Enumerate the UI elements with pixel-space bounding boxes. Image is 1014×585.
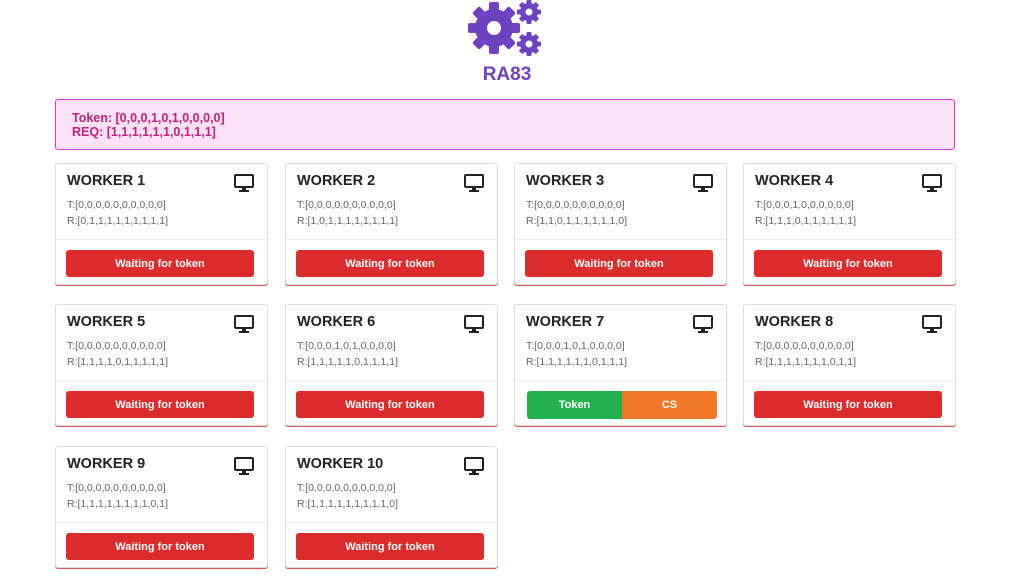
waiting-for-token-button[interactable]: Waiting for token: [754, 391, 942, 418]
waiting-for-token-button[interactable]: Waiting for token: [66, 391, 254, 418]
monitor-icon: [922, 315, 942, 333]
worker-title: WORKER 8: [755, 314, 834, 330]
worker-arrays: T:[0,0,0,0,0,0,0,0,0,0] R:[0,1,1,1,1,1,1,…: [67, 197, 168, 229]
app-title: RA83: [482, 64, 532, 85]
worker-arrays: T:[0,0,0,0,0,0,0,0,0,0] R:[1,1,1,1,0,1,1,…: [67, 338, 168, 370]
token-panel: Token: [0,0,0,1,0,1,0,0,0,0] REQ: [1,1,1…: [55, 99, 955, 150]
waiting-for-token-button[interactable]: Waiting for token: [296, 250, 484, 277]
worker-t-array: T:[0,0,0,0,0,0,0,0,0,0]: [67, 482, 166, 494]
card-divider: [56, 522, 267, 523]
card-divider: [286, 239, 497, 240]
worker-card: WORKER 1 T:[0,0,0,0,0,0,0,0,0,0] R:[0,1,1,…: [55, 163, 268, 285]
worker-card: WORKER 2 T:[0,0,0,0,0,0,0,0,0,0] R:[1,0,1,…: [285, 163, 498, 285]
monitor-icon: [234, 174, 254, 192]
worker-r-array: R:[1,1,1,1,1,1,1,0,1,1]: [755, 356, 856, 368]
waiting-for-token-button[interactable]: Waiting for token: [296, 533, 484, 560]
worker-arrays: T:[0,0,0,0,0,0,0,0,0,0] R:[1,1,0,1,1,1,1,…: [526, 197, 627, 229]
card-divider: [515, 380, 726, 381]
card-divider: [56, 380, 267, 381]
monitor-icon: [922, 174, 942, 192]
card-divider: [515, 239, 726, 240]
worker-arrays: T:[0,0,0,1,0,0,0,0,0,0] R:[1,1,1,0,1,1,1,…: [755, 197, 856, 229]
worker-t-array: T:[0,0,0,0,0,0,0,0,0,0]: [297, 199, 396, 211]
waiting-for-token-button[interactable]: Waiting for token: [66, 250, 254, 277]
card-divider: [286, 522, 497, 523]
worker-card: WORKER 9 T:[0,0,0,0,0,0,0,0,0,0] R:[1,1,1,…: [55, 446, 268, 568]
worker-t-array: T:[0,0,0,0,0,0,0,0,0,0]: [67, 340, 166, 352]
worker-r-array: R:[1,1,1,1,1,1,0,1,1,1]: [526, 356, 627, 368]
worker-title: WORKER 2: [297, 173, 376, 189]
worker-card: WORKER 5 T:[0,0,0,0,0,0,0,0,0,0] R:[1,1,1,…: [55, 304, 268, 426]
worker-r-array: R:[1,1,1,1,1,1,1,1,0,1]: [67, 498, 168, 510]
worker-r-array: R:[1,1,1,1,1,1,1,1,1,0]: [297, 498, 398, 510]
worker-r-array: R:[1,1,1,0,1,1,1,1,1,1]: [755, 215, 856, 227]
worker-title: WORKER 4: [755, 173, 834, 189]
worker-title: WORKER 5: [67, 314, 146, 330]
req-array: REQ: [1,1,1,1,1,1,0,1,1,1]: [72, 125, 216, 139]
worker-card: WORKER 10 T:[0,0,0,0,0,0,0,0,0,0] R:[1,1,1…: [285, 446, 498, 568]
worker-t-array: T:[0,0,0,1,0,1,0,0,0,0]: [297, 340, 396, 352]
worker-card: WORKER 4 T:[0,0,0,1,0,0,0,0,0,0] R:[1,1,1,…: [743, 163, 956, 285]
waiting-for-token-button[interactable]: Waiting for token: [525, 250, 713, 277]
card-divider: [744, 380, 955, 381]
worker-card: WORKER 8 T:[0,0,0,0,0,0,0,0,0,0] R:[1,1,1,…: [743, 304, 956, 426]
worker-title: WORKER 10: [297, 456, 384, 472]
card-divider: [286, 380, 497, 381]
worker-arrays: T:[0,0,0,1,0,1,0,0,0,0] R:[1,1,1,1,1,1,0,…: [526, 338, 627, 370]
status-button-group: Token CS: [527, 391, 717, 419]
worker-r-array: R:[0,1,1,1,1,1,1,1,1,1]: [67, 215, 168, 227]
worker-t-array: T:[0,0,0,1,0,1,0,0,0,0]: [526, 340, 625, 352]
worker-r-array: R:[1,1,0,1,1,1,1,1,1,0]: [526, 215, 627, 227]
monitor-icon: [464, 174, 484, 192]
worker-arrays: T:[0,0,0,0,0,0,0,0,0,0] R:[1,1,1,1,1,1,1,…: [755, 338, 856, 370]
worker-arrays: T:[0,0,0,0,0,0,0,0,0,0] R:[1,0,1,1,1,1,1,…: [297, 197, 398, 229]
worker-t-array: T:[0,0,0,1,0,0,0,0,0,0]: [755, 199, 854, 211]
token-button[interactable]: Token: [527, 391, 622, 419]
cs-button[interactable]: CS: [622, 391, 717, 419]
monitor-icon: [234, 315, 254, 333]
worker-r-array: R:[1,0,1,1,1,1,1,1,1,1]: [297, 215, 398, 227]
waiting-for-token-button[interactable]: Waiting for token: [296, 391, 484, 418]
worker-arrays: T:[0,0,0,0,0,0,0,0,0,0] R:[1,1,1,1,1,1,1,…: [67, 480, 168, 512]
worker-t-array: T:[0,0,0,0,0,0,0,0,0,0]: [67, 199, 166, 211]
worker-title: WORKER 1: [67, 173, 146, 189]
worker-title: WORKER 3: [526, 173, 605, 189]
worker-t-array: T:[0,0,0,0,0,0,0,0,0,0]: [297, 482, 396, 494]
monitor-icon: [464, 457, 484, 475]
worker-title: WORKER 6: [297, 314, 376, 330]
worker-card: WORKER 7 T:[0,0,0,1,0,1,0,0,0,0] R:[1,1,1,…: [514, 304, 727, 426]
worker-title: WORKER 7: [526, 314, 605, 330]
card-divider: [56, 239, 267, 240]
gears-icon: [468, 0, 541, 56]
worker-card: WORKER 3 T:[0,0,0,0,0,0,0,0,0,0] R:[1,1,0,…: [514, 163, 727, 285]
card-divider: [744, 239, 955, 240]
worker-t-array: T:[0,0,0,0,0,0,0,0,0,0]: [526, 199, 625, 211]
worker-r-array: R:[1,1,1,1,0,1,1,1,1,1]: [67, 356, 168, 368]
monitor-icon: [464, 315, 484, 333]
monitor-icon: [234, 457, 254, 475]
worker-card: WORKER 6 T:[0,0,0,1,0,1,0,0,0,0] R:[1,1,1,…: [285, 304, 498, 426]
worker-r-array: R:[1,1,1,1,1,0,1,1,1,1]: [297, 356, 398, 368]
waiting-for-token-button[interactable]: Waiting for token: [754, 250, 942, 277]
worker-arrays: T:[0,0,0,0,0,0,0,0,0,0] R:[1,1,1,1,1,1,1,…: [297, 480, 398, 512]
worker-arrays: T:[0,0,0,1,0,1,0,0,0,0] R:[1,1,1,1,1,0,1,…: [297, 338, 398, 370]
waiting-for-token-button[interactable]: Waiting for token: [66, 533, 254, 560]
worker-title: WORKER 9: [67, 456, 146, 472]
token-array: Token: [0,0,0,1,0,1,0,0,0,0]: [72, 111, 225, 125]
worker-t-array: T:[0,0,0,0,0,0,0,0,0,0]: [755, 340, 854, 352]
app-header: RA83: [0, 0, 1014, 96]
monitor-icon: [693, 174, 713, 192]
monitor-icon: [693, 315, 713, 333]
